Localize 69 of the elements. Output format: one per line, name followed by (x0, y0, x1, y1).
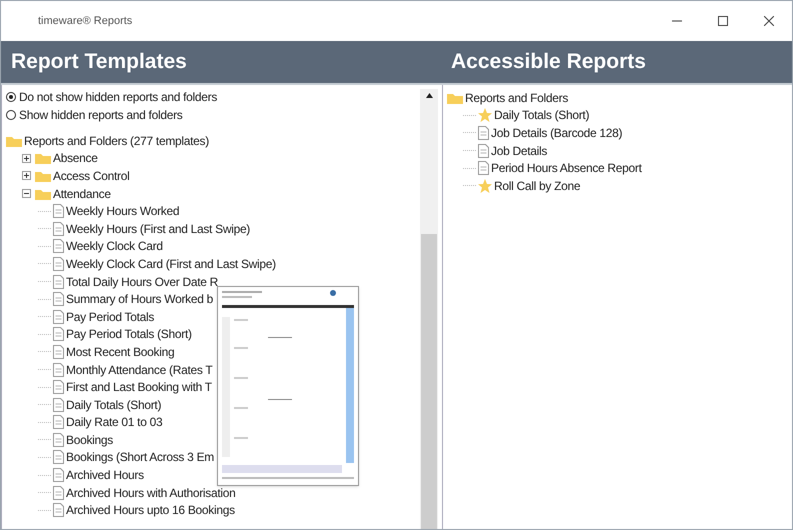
tree-item[interactable]: Absence (53, 149, 98, 168)
document-icon (53, 310, 64, 324)
document-icon (53, 344, 64, 359)
scroll-up-icon[interactable] (426, 93, 432, 98)
collapse-icon[interactable] (22, 189, 31, 198)
document-icon (478, 144, 489, 158)
document-icon (53, 292, 64, 306)
tree-item[interactable]: First and Last Booking with T (66, 378, 212, 396)
document-icon (53, 362, 64, 377)
document-icon (53, 256, 64, 271)
folder-icon (35, 188, 51, 200)
star-icon (478, 178, 492, 193)
panel-title: Accessible Reports (451, 49, 646, 76)
tree-item[interactable]: Pay Period Totals (66, 308, 154, 326)
document-icon (53, 486, 64, 500)
tree-item[interactable]: Pay Period Totals (Short) (66, 325, 192, 344)
document-icon (53, 239, 64, 254)
tree-item[interactable]: Period Hours Absence Report (491, 159, 642, 178)
maximize-icon (718, 16, 728, 26)
tree-item[interactable]: Archived Hours with Authorisation (66, 484, 236, 502)
tree-item[interactable]: Bookings (Short Across 3 Em (66, 448, 214, 466)
scrollbar[interactable] (420, 89, 438, 529)
document-icon (53, 274, 64, 289)
tree-item[interactable]: Job Details (Barcode 128) (491, 124, 622, 142)
tree-item[interactable]: Daily Totals (Short) (494, 106, 590, 124)
document-icon (53, 415, 64, 430)
close-icon (764, 16, 774, 26)
tree-item[interactable]: Attendance (53, 184, 111, 203)
document-icon (478, 161, 489, 176)
radio-option[interactable]: Do not show hidden reports and folders (2, 88, 420, 106)
expand-icon[interactable] (22, 154, 31, 163)
document-icon (53, 398, 64, 412)
folder-icon (35, 170, 51, 182)
tree-item[interactable]: Daily Totals (Short) (66, 396, 162, 414)
document-icon (53, 450, 64, 464)
tree-item[interactable]: Weekly Clock Card (66, 237, 163, 256)
tree-item[interactable]: Most Recent Booking (66, 342, 174, 361)
document-icon (53, 503, 64, 518)
document-icon (53, 380, 64, 394)
expand-icon[interactable] (22, 171, 31, 180)
tree-item[interactable]: Bookings (66, 430, 113, 449)
tree-item[interactable]: Archived Hours (66, 466, 144, 484)
document-icon (478, 126, 489, 140)
tree-item[interactable]: Access Control (53, 166, 130, 185)
scroll-thumb[interactable] (421, 234, 437, 529)
tree-item[interactable]: Daily Rate 01 to 03 (66, 413, 162, 432)
tree-item[interactable]: Weekly Hours Worked (66, 202, 180, 220)
window-title: timeware® Reports (38, 14, 132, 29)
document-icon (53, 468, 64, 482)
tree-item[interactable]: Summary of Hours Worked b (66, 290, 213, 308)
document-icon (53, 204, 64, 218)
panel-title: Report Templates (11, 49, 187, 76)
star-icon (478, 108, 492, 122)
tree-item[interactable]: Weekly Clock Card (First and Last Swipe) (66, 254, 276, 273)
tree-item[interactable]: Reports and Folders (465, 88, 568, 107)
folder-icon (447, 92, 463, 104)
radio-option[interactable]: Show hidden reports and folders (2, 106, 420, 124)
tree-item[interactable]: Job Details (491, 142, 548, 160)
document-icon (53, 222, 64, 236)
folder-icon (35, 152, 51, 164)
document-icon (53, 432, 64, 447)
tree-item[interactable]: Monthly Attendance (Rates T (66, 360, 212, 379)
tree-item[interactable]: Weekly Hours (First and Last Swipe) (66, 220, 250, 238)
tree-item[interactable]: Total Daily Hours Over Date R (66, 272, 218, 291)
tree-item[interactable]: Archived Hours upto 16 Bookings (66, 501, 235, 520)
tree-item[interactable]: Roll Call by Zone (494, 176, 580, 195)
folder-icon (6, 134, 22, 147)
tree-item[interactable]: Reports and Folders (277 templates) (24, 132, 209, 150)
document-icon (53, 327, 64, 342)
